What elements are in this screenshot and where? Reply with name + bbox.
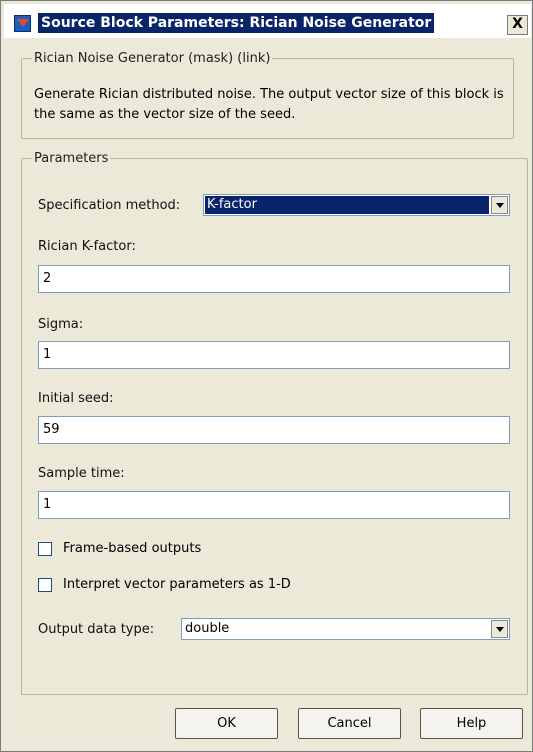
- block-description: Generate Rician distributed noise. The o…: [34, 87, 504, 122]
- chevron-down-icon[interactable]: [491, 196, 508, 214]
- sigma-input[interactable]: 1: [38, 341, 510, 369]
- description-group-title: Rician Noise Generator (mask) (link): [34, 51, 271, 66]
- sample-time-input[interactable]: 1: [38, 491, 510, 519]
- parameters-group-title: Parameters: [34, 151, 109, 166]
- sample-time-label: Sample time:: [38, 466, 125, 481]
- initial-seed-label: Initial seed:: [38, 391, 114, 406]
- rician-k-factor-label: Rician K-factor:: [38, 239, 136, 254]
- sigma-label: Sigma:: [38, 317, 84, 332]
- window-title: Source Block Parameters: Rician Noise Ge…: [38, 13, 435, 33]
- help-button[interactable]: Help: [420, 708, 523, 739]
- cancel-button[interactable]: Cancel: [298, 708, 401, 739]
- dialog-window: Source Block Parameters: Rician Noise Ge…: [0, 0, 533, 752]
- initial-seed-input[interactable]: 59: [38, 416, 510, 444]
- interpret-1d-checkbox[interactable]: [38, 578, 52, 592]
- simulink-block-icon: [14, 15, 31, 32]
- frame-based-outputs-checkbox[interactable]: [38, 542, 52, 556]
- output-data-type-label: Output data type:: [38, 622, 155, 637]
- title-bar[interactable]: Source Block Parameters: Rician Noise Ge…: [4, 4, 531, 38]
- close-button[interactable]: X: [507, 15, 528, 35]
- specification-method-value: K-factor: [205, 196, 489, 214]
- output-data-type-value: double: [185, 621, 230, 636]
- specification-method-dropdown[interactable]: K-factor: [203, 194, 510, 216]
- output-data-type-dropdown[interactable]: double: [181, 618, 510, 640]
- frame-based-outputs-label[interactable]: Frame-based outputs: [63, 541, 201, 556]
- ok-button[interactable]: OK: [175, 708, 278, 739]
- specification-method-label: Specification method:: [38, 198, 181, 213]
- interpret-1d-label[interactable]: Interpret vector parameters as 1-D: [63, 577, 291, 592]
- rician-k-factor-input[interactable]: 2: [38, 265, 510, 293]
- chevron-down-icon[interactable]: [491, 620, 508, 638]
